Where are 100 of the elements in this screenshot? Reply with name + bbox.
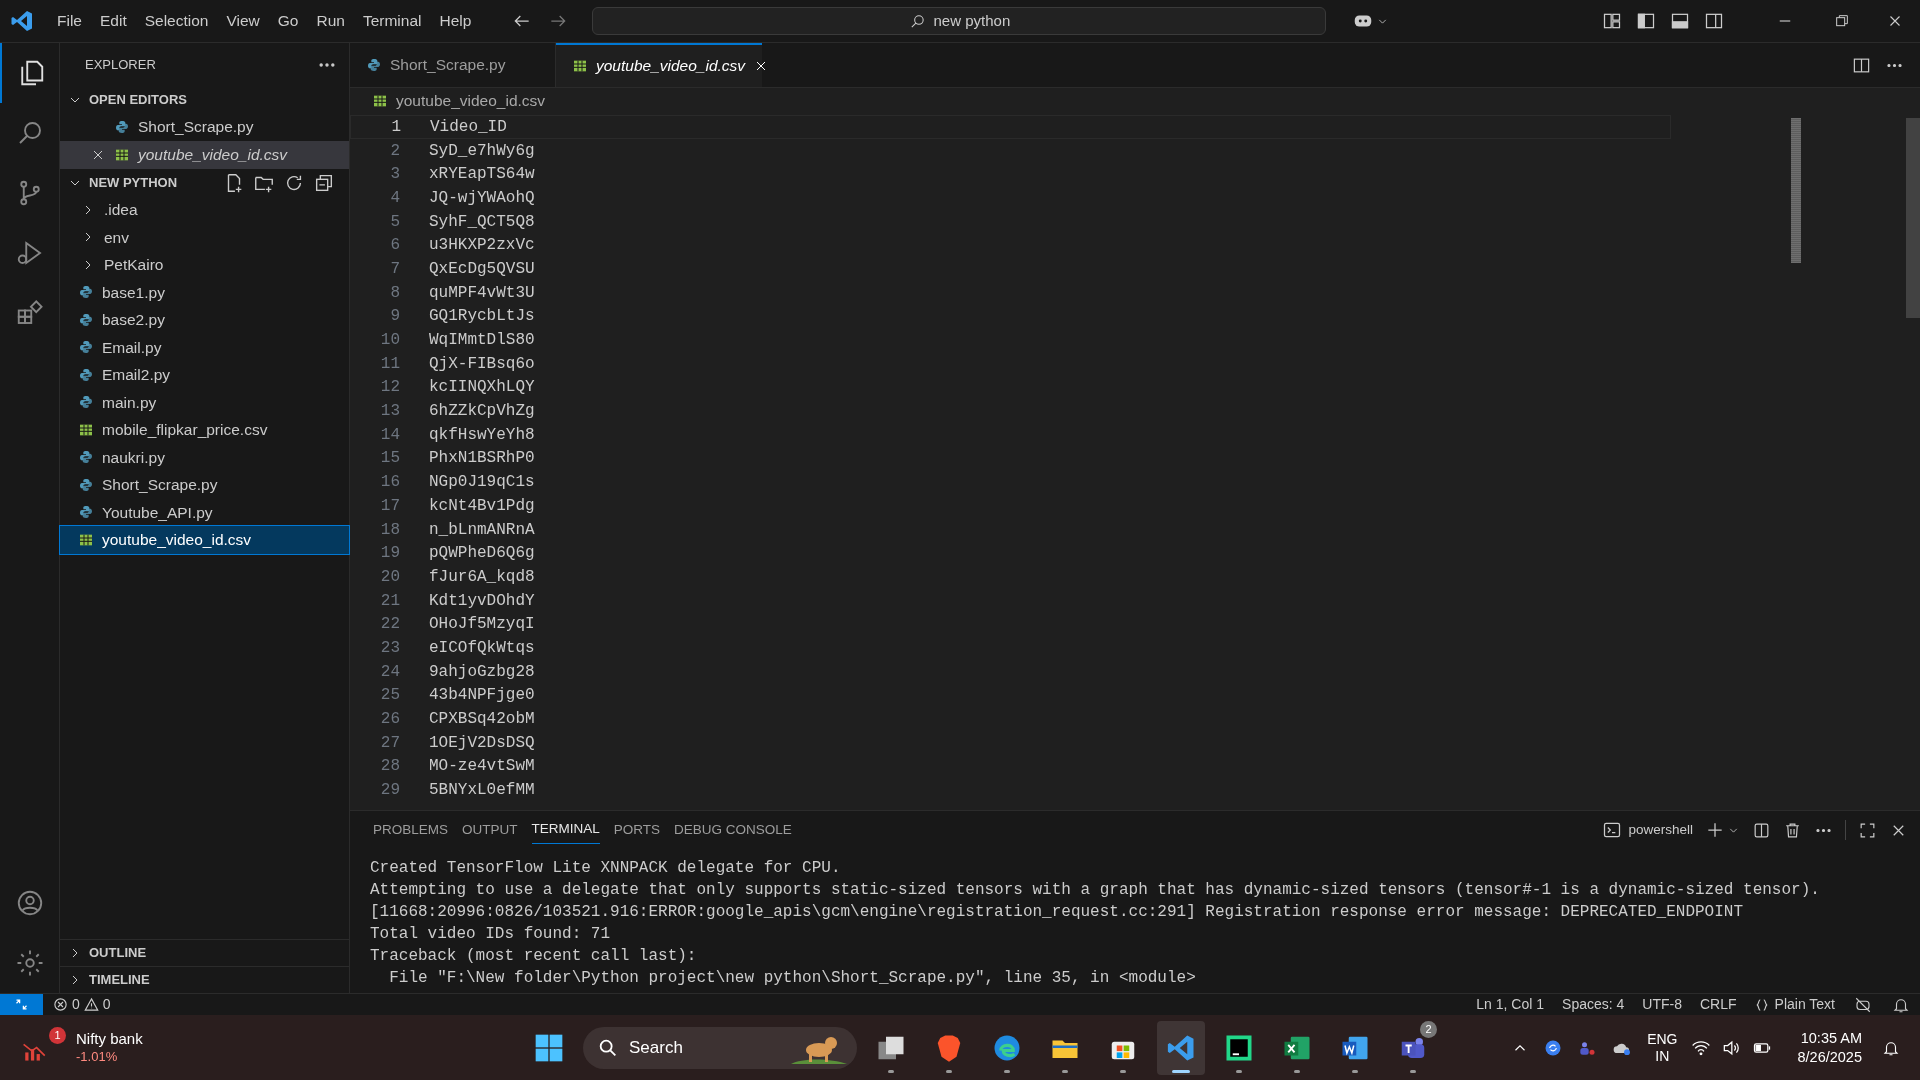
- code-line: JQ-wjYWAohQ: [429, 187, 535, 209]
- code-line: kcIINQXhLQY: [429, 377, 535, 399]
- panel-tab[interactable]: DEBUG CONSOLE: [674, 816, 792, 844]
- vscode-logo-icon[interactable]: [10, 9, 34, 33]
- panel-tab[interactable]: PROBLEMS: [373, 816, 449, 844]
- line-number: 6: [389, 235, 400, 257]
- customize-layout-icon[interactable]: [1602, 11, 1622, 31]
- code-line: GQ1RycbLtJs: [429, 306, 535, 328]
- remote-icon: [14, 997, 29, 1012]
- file-tree-item[interactable]: PetKairo: [60, 251, 349, 279]
- line-number: 13: [379, 401, 400, 423]
- menu-item[interactable]: Edit: [91, 9, 136, 33]
- warning-icon: [83, 997, 99, 1012]
- menu-item[interactable]: View: [217, 9, 269, 33]
- command-center-search[interactable]: new python: [592, 7, 1327, 35]
- file-tree-item[interactable]: base1.py: [60, 278, 349, 306]
- file-tree-item[interactable]: Email.py: [60, 333, 349, 361]
- line-number: 10: [379, 330, 400, 352]
- file-tree-item[interactable]: env: [60, 223, 349, 251]
- sidebar-title: EXPLORER: [85, 55, 156, 74]
- file-tree-item[interactable]: .idea: [60, 196, 349, 224]
- taskbar-app[interactable]: 2: [1389, 1020, 1437, 1075]
- panel-tab[interactable]: OUTPUT: [462, 816, 518, 844]
- toggle-sidebar-icon[interactable]: [1636, 11, 1656, 31]
- restore-icon[interactable]: [1834, 13, 1850, 29]
- file-tree-item[interactable]: base2.py: [60, 306, 349, 334]
- panel-tab[interactable]: PORTS: [613, 816, 661, 844]
- problems-status[interactable]: 0 0: [53, 994, 111, 1015]
- running-indicator: [1120, 1069, 1126, 1073]
- line-number: 22: [379, 614, 400, 636]
- code-line: fJur6A_kqd8: [429, 566, 535, 588]
- code-line: xRYEapTS64w: [429, 164, 535, 186]
- section-header[interactable]: TIMELINE: [89, 970, 150, 990]
- widget-title[interactable]: Nifty bank: [76, 1029, 143, 1048]
- menu-item[interactable]: Selection: [135, 9, 218, 33]
- open-editor-item[interactable]: Short_Scrape.py: [60, 113, 349, 141]
- menu-item[interactable]: File: [48, 9, 91, 33]
- breadcrumb[interactable]: youtube_video_id.csv: [350, 88, 1920, 114]
- code-line: pQWPheD6Q6g: [429, 543, 535, 565]
- code-line: CPXBSq42obM: [429, 709, 535, 731]
- app-badge: 2: [1420, 1020, 1437, 1038]
- line-number: 4: [389, 187, 400, 209]
- toggle-panel-icon[interactable]: [1670, 11, 1690, 31]
- section-header[interactable]: OUTLINE: [89, 943, 147, 963]
- file-tree-item[interactable]: mobile_flipkar_price.csv: [60, 416, 349, 444]
- line-number: 26: [379, 709, 400, 731]
- editor-tab[interactable]: youtube_video_id.csv: [556, 43, 762, 87]
- line-number: 28: [379, 756, 400, 778]
- line-number: 1: [390, 116, 401, 138]
- terminal-line: Created TensorFlow Lite XNNPACK delegate for CPU.: [370, 858, 842, 879]
- line-number: 7: [389, 258, 400, 280]
- remote-button[interactable]: [0, 993, 43, 1016]
- code-line: 6hZZkCpVhZg: [429, 401, 535, 423]
- file-tree-item[interactable]: Email2.py: [60, 361, 349, 389]
- panel-tab[interactable]: TERMINAL: [531, 816, 600, 844]
- add-terminal-icon[interactable]: [1705, 820, 1725, 840]
- status-item[interactable]: UTF-8: [1642, 994, 1682, 1015]
- section-header[interactable]: NEW PYTHON: [89, 172, 178, 193]
- line-number: 16: [379, 472, 400, 494]
- file-tree-item[interactable]: Youtube_API.py: [60, 498, 349, 526]
- open-editor-item[interactable]: youtube_video_id.csv: [60, 141, 349, 169]
- line-number: 23: [379, 637, 400, 659]
- python-file-icon: [78, 311, 94, 328]
- code-line: NGp0J19qC1s: [429, 472, 535, 494]
- code-line: kcNt4Bv1Pdg: [429, 495, 535, 517]
- menu-item[interactable]: Help: [430, 9, 481, 33]
- status-item[interactable]: Spaces: 4: [1562, 994, 1625, 1015]
- file-tree-item[interactable]: main.py: [60, 388, 349, 416]
- clock[interactable]: 10:35 AM 8/26/2025: [1797, 1028, 1862, 1067]
- code-line: Kdt1yvDOhdY: [429, 590, 535, 612]
- menu-item[interactable]: Run: [307, 9, 354, 33]
- terminal-icon[interactable]: [1602, 820, 1623, 840]
- line-number: 12: [379, 377, 400, 399]
- language-mode[interactable]: Plain Text: [1754, 994, 1835, 1015]
- file-tree-item[interactable]: youtube_video_id.csv: [60, 526, 349, 554]
- file-tree-item[interactable]: Short_Scrape.py: [60, 471, 349, 499]
- taskbar-search[interactable]: Search: [583, 1026, 857, 1069]
- section-header[interactable]: OPEN EDITORS: [89, 89, 187, 110]
- terminal-name[interactable]: powershell: [1628, 819, 1693, 841]
- status-item[interactable]: Ln 1, Col 1: [1476, 994, 1545, 1015]
- terminal-line: File "F:\New folder\Python project\new python\Short_Scrape.py", line 35, in <module>: [388, 968, 1197, 989]
- copilot-status-icon[interactable]: [1854, 995, 1872, 1014]
- line-number: 11: [379, 353, 400, 375]
- code-line: OHoJf5MzyqI: [429, 614, 535, 636]
- status-item[interactable]: CRLF: [1700, 994, 1737, 1015]
- line-number: 29: [379, 780, 400, 802]
- code-line: qkfHswYeYh8: [429, 424, 535, 446]
- python-file-icon: [366, 57, 382, 73]
- toggle-secondary-sidebar-icon[interactable]: [1704, 11, 1724, 31]
- python-file-icon: [78, 394, 94, 411]
- running-indicator: [1352, 1069, 1358, 1073]
- input-language[interactable]: ENG IN: [1647, 1030, 1678, 1065]
- scrollbar-thumb[interactable]: [1906, 118, 1920, 318]
- code-line: Video_ID: [430, 116, 507, 138]
- python-file-icon: [114, 119, 130, 135]
- menu-item[interactable]: Go: [268, 9, 308, 33]
- code-line: eICOfQkWtqs: [429, 637, 535, 659]
- file-tree-item[interactable]: naukri.py: [60, 443, 349, 471]
- menu-item[interactable]: Terminal: [353, 9, 431, 33]
- terminal-line: Total video IDs found: 71: [370, 924, 612, 945]
